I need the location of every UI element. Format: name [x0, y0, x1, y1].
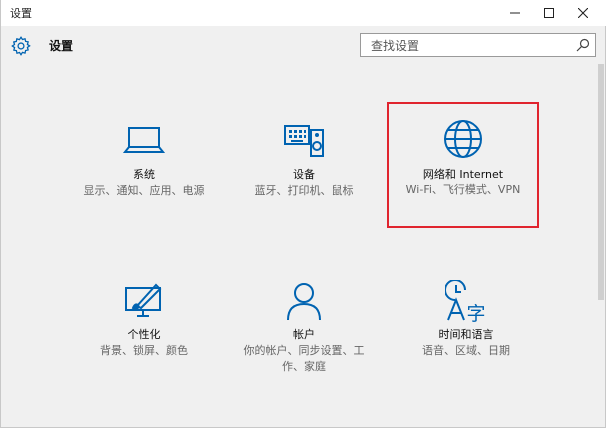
tile-description: 显示、通知、应用、电源 [83, 184, 205, 197]
close-icon [578, 8, 588, 18]
settings-header: 设置 [1, 26, 606, 64]
tile-system[interactable]: 系统 显示、通知、应用、电源 [69, 110, 219, 250]
page-title: 设置 [49, 39, 74, 53]
account-icon [287, 283, 321, 321]
tile-network[interactable]: 网络和 Internet Wi-Fi、飞行模式、VPN [387, 102, 539, 228]
title-bar[interactable]: 设置 [1, 0, 606, 26]
personalization-icon [125, 283, 162, 317]
tile-description: Wi-Fi、飞行模式、VPN [405, 183, 521, 196]
tile-description: 蓝牙、打印机、鼠标 [254, 184, 354, 197]
tile-name: 设备 [293, 168, 315, 181]
globe-icon [444, 120, 482, 158]
close-button[interactable] [566, 0, 600, 26]
tile-name: 网络和 Internet [422, 168, 504, 181]
settings-window: 设置 设置 查找设置 系统 显示、通知、应用、电源 设备 蓝牙、打印机、鼠标 网… [0, 0, 606, 428]
tile-name: 个性化 [127, 328, 161, 341]
maximize-icon [544, 8, 554, 18]
tile-description: 你的帐户、同步设置、工作、家庭 [243, 344, 365, 373]
tile-description: 语音、区域、日期 [422, 344, 510, 357]
tile-devices[interactable]: 设备 蓝牙、打印机、鼠标 [229, 110, 379, 250]
time-language-icon: 字 [445, 280, 486, 322]
minimize-icon [510, 12, 520, 14]
maximize-button[interactable] [532, 0, 566, 26]
gear-icon [11, 36, 31, 56]
svg-text:字: 字 [466, 303, 485, 322]
tile-accounts[interactable]: 帐户 你的帐户、同步设置、工作、家庭 [229, 270, 379, 410]
laptop-icon [123, 127, 165, 153]
devices-icon [284, 125, 324, 157]
minimize-button[interactable] [498, 0, 532, 26]
scrollbar[interactable] [598, 64, 604, 300]
tile-personalization[interactable]: 个性化 背景、锁屏、颜色 [69, 270, 219, 410]
search-box[interactable] [360, 33, 596, 57]
tile-time-language[interactable]: 字 时间和语言 语音、区域、日期 [391, 270, 541, 410]
tile-name: 帐户 [293, 328, 315, 341]
tile-name: 时间和语言 [438, 328, 494, 341]
search-icon[interactable] [576, 38, 590, 52]
tile-description: 背景、锁屏、颜色 [100, 344, 188, 357]
tile-name: 系统 [133, 168, 155, 181]
window-title: 设置 [10, 7, 32, 20]
search-input[interactable] [369, 37, 573, 55]
